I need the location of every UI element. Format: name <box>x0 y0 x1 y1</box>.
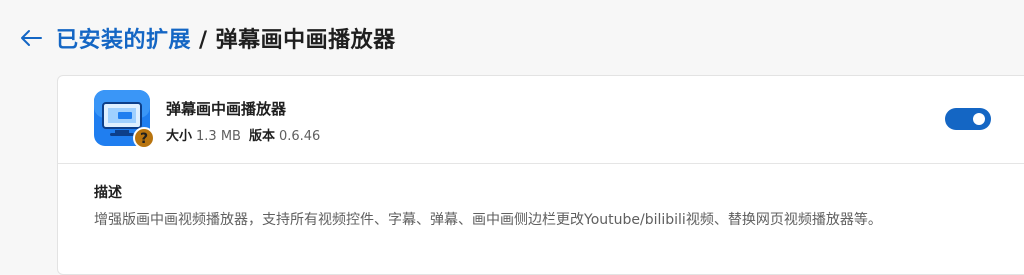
extension-name: 弹幕画中画播放器 <box>166 100 287 118</box>
question-mark-icon: ? <box>133 127 154 149</box>
tv-monitor-icon: ? <box>94 90 154 149</box>
extension-description: 描述 增强版画中画视频播放器，支持所有视频控件、字幕、弹幕、画中画侧边栏更改Yo… <box>58 164 1024 274</box>
breadcrumb-separator: / <box>199 28 208 53</box>
description-text: 增强版画中画视频播放器，支持所有视频控件、字幕、弹幕、画中画侧边栏更改Youtu… <box>94 212 882 228</box>
svg-text:?: ? <box>140 131 148 147</box>
version-value: 0.6.46 <box>278 129 321 144</box>
breadcrumb-installed-extensions-link[interactable]: 已安装的扩展 <box>56 28 191 53</box>
size-value: 1.3 MB <box>196 129 241 144</box>
toggle-knob <box>973 113 985 125</box>
extension-meta: 大小 1.3 MB 版本 0.6.46 <box>166 125 320 144</box>
back-button[interactable] <box>16 23 46 53</box>
extension-card: ? 弹幕画中画播放器 大小 1.3 MB 版本 0.6.46 描述 增强版画中画视频播… <box>57 75 1024 275</box>
extension-enable-toggle[interactable] <box>945 108 991 130</box>
extension-summary: ? 弹幕画中画播放器 大小 1.3 MB 版本 0.6.46 <box>58 76 1024 164</box>
size-label: 大小 <box>166 129 193 144</box>
description-title: 描述 <box>94 185 122 201</box>
arrow-left-icon <box>21 30 42 46</box>
page-header: 已安装的扩展 / 弹幕画中画播放器 <box>16 20 396 56</box>
version-label: 版本 <box>248 129 275 144</box>
breadcrumb-current-page: 弹幕画中画播放器 <box>215 28 396 53</box>
breadcrumb: 已安装的扩展 / 弹幕画中画播放器 <box>56 22 396 54</box>
